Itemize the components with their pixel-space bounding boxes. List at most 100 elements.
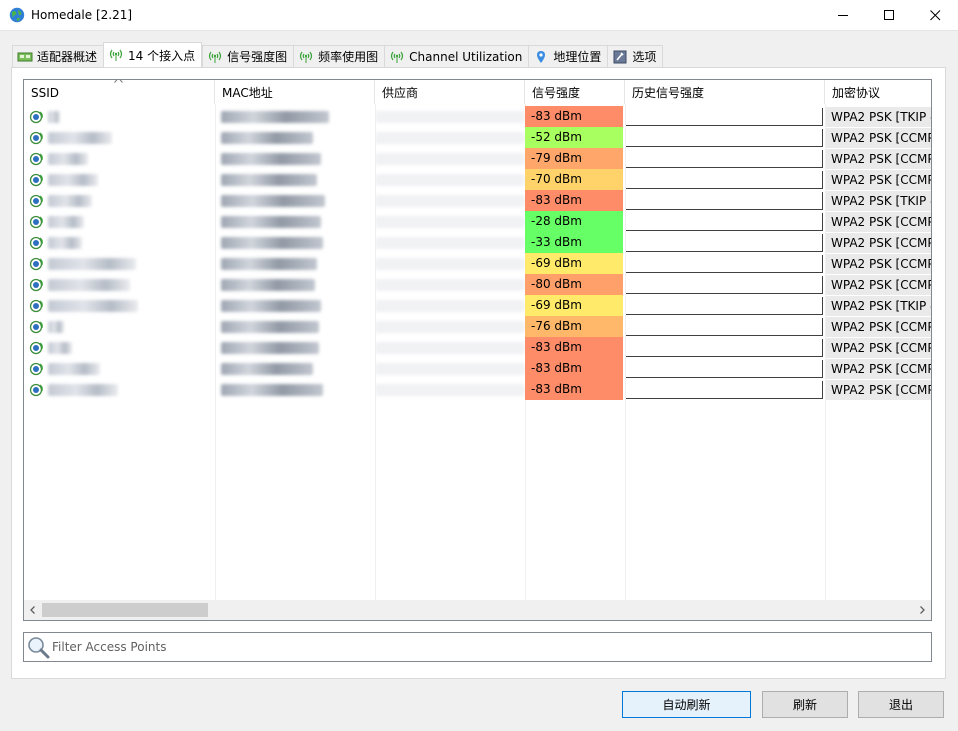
- mac-redacted: [221, 384, 323, 396]
- ssid-cell: [24, 169, 215, 190]
- column-header-encryption[interactable]: 加密协议: [825, 80, 931, 104]
- table-row[interactable]: -83 dBm WPA2 PSK [TKIP &: [24, 106, 931, 127]
- column-label: 加密协议: [832, 86, 881, 100]
- history-cell: [624, 232, 824, 253]
- mac-redacted: [221, 111, 329, 123]
- table-row[interactable]: -69 dBm WPA2 PSK [CCMP: [24, 253, 931, 274]
- mac-cell: [215, 379, 375, 400]
- refresh-button[interactable]: 刷新: [762, 691, 848, 718]
- signal-value: -69 dBm: [525, 253, 623, 274]
- exit-button[interactable]: 退出: [858, 691, 944, 718]
- vendor-cell: [375, 148, 525, 169]
- access-point-icon: [29, 299, 43, 313]
- tab-adapter-overview[interactable]: 适配器概述: [12, 45, 104, 67]
- column-header-mac[interactable]: MAC地址: [215, 80, 375, 104]
- table-row[interactable]: -76 dBm WPA2 PSK [CCMP]: [24, 316, 931, 337]
- mac-cell: [215, 106, 375, 127]
- table-row[interactable]: -70 dBm WPA2 PSK [CCMP: [24, 169, 931, 190]
- minimize-button[interactable]: [820, 0, 866, 31]
- signal-cell: -83 dBm: [525, 379, 624, 400]
- signal-cell: -28 dBm: [525, 211, 624, 232]
- table-row[interactable]: -69 dBm WPA2 PSK [TKIP &: [24, 295, 931, 316]
- table-row[interactable]: -79 dBm WPA2 PSK [CCMP]: [24, 148, 931, 169]
- vendor-cell: [375, 232, 525, 253]
- table-row[interactable]: -83 dBm WPA2 PSK [TKIP &: [24, 190, 931, 211]
- column-header-signal[interactable]: 信号强度: [525, 80, 625, 104]
- antenna-icon: [391, 51, 404, 63]
- table-row[interactable]: -83 dBm WPA2 PSK [CCMP: [24, 358, 931, 379]
- mac-cell: [215, 295, 375, 316]
- access-point-list[interactable]: SSID MAC地址 供应商 信号强度 历史信号强度 加密协议 -83 dBm W…: [23, 79, 932, 621]
- table-row[interactable]: -28 dBm WPA2 PSK [CCMP: [24, 211, 931, 232]
- encryption-cell: WPA2 PSK [CCMP: [824, 169, 931, 190]
- tab-channel-utilization[interactable]: Channel Utilization: [384, 45, 529, 67]
- ssid-cell: [24, 316, 215, 337]
- encryption-value: WPA2 PSK [CCMP: [826, 212, 931, 232]
- globe-icon: [9, 7, 25, 23]
- table-row[interactable]: -83 dBm WPA2 PSK [CCMP: [24, 379, 931, 400]
- signal-cell: -52 dBm: [525, 127, 624, 148]
- horizontal-scrollbar[interactable]: [24, 600, 931, 620]
- vendor-redacted: [375, 279, 525, 291]
- signal-history-graph: [626, 360, 823, 378]
- signal-value: -76 dBm: [525, 316, 623, 337]
- column-header-vendor[interactable]: 供应商: [375, 80, 525, 104]
- scrollbar-thumb[interactable]: [42, 603, 208, 617]
- encryption-cell: WPA2 PSK [CCMP: [824, 379, 931, 400]
- signal-cell: -70 dBm: [525, 169, 624, 190]
- mac-cell: [215, 274, 375, 295]
- access-point-icon: [29, 194, 43, 208]
- mac-cell: [215, 148, 375, 169]
- vendor-cell: [375, 358, 525, 379]
- tab-geolocation[interactable]: 地理位置: [528, 45, 608, 67]
- encryption-cell: WPA2 PSK [CCMP]: [824, 148, 931, 169]
- auto-refresh-button[interactable]: 自动刷新: [622, 691, 751, 718]
- tab-access-points[interactable]: 14 个接入点: [103, 42, 203, 67]
- encryption-cell: WPA2 PSK [CCMP: [824, 211, 931, 232]
- history-cell: [624, 148, 824, 169]
- encryption-cell: WPA2 PSK [CCMP: [824, 253, 931, 274]
- list-header: SSID MAC地址 供应商 信号强度 历史信号强度 加密协议: [24, 80, 931, 104]
- minimize-icon: [837, 15, 848, 16]
- close-button[interactable]: [912, 0, 958, 31]
- vendor-redacted: [375, 174, 525, 186]
- encryption-cell: WPA2 PSK [CCMP: [824, 358, 931, 379]
- table-row[interactable]: -83 dBm WPA2 PSK [CCMP]: [24, 337, 931, 358]
- table-row[interactable]: -80 dBm WPA2 PSK [CCMP: [24, 274, 931, 295]
- signal-cell: -69 dBm: [525, 295, 624, 316]
- maximize-button[interactable]: [866, 0, 912, 31]
- vendor-cell: [375, 295, 525, 316]
- mac-redacted: [221, 279, 315, 291]
- filter-input[interactable]: [52, 638, 922, 656]
- scroll-right-icon[interactable]: [916, 604, 928, 616]
- mac-cell: [215, 169, 375, 190]
- vendor-redacted: [375, 258, 525, 270]
- mac-redacted: [221, 216, 321, 228]
- history-cell: [624, 337, 824, 358]
- close-icon: [929, 10, 940, 21]
- column-header-ssid[interactable]: SSID: [24, 80, 215, 104]
- vendor-cell: [375, 127, 525, 148]
- signal-cell: -33 dBm: [525, 232, 624, 253]
- mac-cell: [215, 190, 375, 211]
- tab-label: 选项: [632, 50, 657, 64]
- history-cell: [624, 106, 824, 127]
- column-header-history[interactable]: 历史信号强度: [625, 80, 825, 104]
- ssid-redacted: [48, 342, 72, 354]
- encryption-cell: WPA2 PSK [TKIP &: [824, 295, 931, 316]
- signal-value: -83 dBm: [525, 358, 623, 379]
- table-row[interactable]: -33 dBm WPA2 PSK [CCMP: [24, 232, 931, 253]
- vendor-cell: [375, 253, 525, 274]
- encryption-value: WPA2 PSK [CCMP: [826, 275, 931, 295]
- scroll-left-icon[interactable]: [27, 604, 39, 616]
- history-cell: [624, 316, 824, 337]
- mac-redacted: [221, 363, 313, 375]
- signal-cell: -79 dBm: [525, 148, 624, 169]
- table-row[interactable]: -52 dBm WPA2 PSK [CCMP]: [24, 127, 931, 148]
- mac-redacted: [221, 300, 321, 312]
- vendor-cell: [375, 337, 525, 358]
- access-point-icon: [29, 320, 43, 334]
- tab-signal-graph[interactable]: 信号强度图: [202, 45, 294, 67]
- tab-options[interactable]: 选项: [607, 45, 664, 67]
- tab-frequency-usage[interactable]: 频率使用图: [293, 45, 385, 67]
